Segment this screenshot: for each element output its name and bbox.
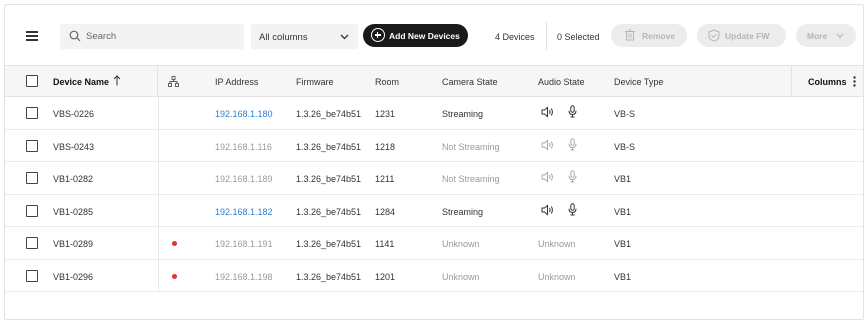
more-button[interactable]: More	[796, 24, 856, 47]
device-name: VB1-0282	[53, 174, 94, 184]
menu-icon[interactable]	[26, 31, 38, 41]
ip-address: 192.168.1.116	[215, 141, 272, 152]
device-type: VB1	[614, 174, 632, 184]
device-name: VBS-0243	[53, 141, 95, 152]
row-checkbox[interactable]	[26, 269, 38, 282]
search-icon	[69, 30, 81, 42]
search-input[interactable]	[86, 24, 236, 49]
device-type: VB1	[614, 271, 632, 282]
plus-circle-icon	[371, 28, 385, 42]
camera-state: Not Streaming	[442, 174, 500, 184]
more-label: More	[807, 31, 828, 41]
speaker-icon	[541, 106, 553, 118]
ip-address-link[interactable]: 192.168.1.180	[215, 109, 273, 119]
camera-state: Not Streaming	[442, 141, 500, 152]
room-number: 1218	[375, 141, 396, 152]
room-number: 1141	[375, 239, 395, 249]
row-checkbox[interactable]	[26, 139, 38, 152]
row-checkbox[interactable]	[26, 204, 38, 217]
device-type: VB-S	[614, 109, 636, 119]
firmware-version: 1.3.26_be74b51	[296, 206, 362, 217]
network-icon	[168, 76, 179, 87]
microphone-icon	[568, 202, 577, 215]
firmware-version: 1.3.26_be74b51	[296, 271, 362, 282]
speaker-icon	[541, 171, 553, 183]
ip-address-link[interactable]: 192.168.1.182	[215, 207, 273, 217]
device-count: 4 Devices	[495, 32, 535, 42]
table-row[interactable]: VB1-0282 192.168.1.189 1.3.26_be74b51 12…	[5, 162, 863, 195]
toolbar: All columns Add New Devices 4 Devices 0 …	[5, 5, 863, 65]
remove-label: Remove	[642, 31, 676, 41]
ip-address: 192.168.1.198	[215, 271, 273, 282]
offline-status-dot	[172, 241, 177, 246]
chevron-down-icon	[340, 34, 349, 40]
columns-filter-value: All columns	[259, 32, 308, 43]
selected-count: 0 Selected	[557, 32, 600, 42]
header-device-name[interactable]: Device Name	[53, 77, 109, 87]
device-name: VB1-0285	[53, 206, 94, 217]
speaker-icon	[541, 138, 553, 151]
device-name: VB1-0289	[53, 239, 94, 249]
room-number: 1201	[375, 271, 396, 282]
camera-state: Unknown	[442, 271, 480, 282]
table-row[interactable]: VB1-0296 192.168.1.198 1.3.26_be74b51 12…	[5, 260, 863, 292]
device-type: VB-S	[614, 141, 636, 152]
camera-state: Streaming	[442, 109, 484, 119]
table-row[interactable]: VB1-0289 192.168.1.191 1.3.26_be74b51 11…	[5, 227, 863, 260]
row-checkbox[interactable]	[26, 237, 38, 249]
row-checkbox[interactable]	[26, 107, 38, 119]
camera-state: Unknown	[442, 239, 480, 249]
chevron-down-icon	[836, 33, 844, 38]
ip-address: 192.168.1.191	[215, 239, 273, 249]
select-all-checkbox[interactable]	[26, 75, 38, 87]
microphone-icon	[568, 137, 577, 150]
microphone-icon	[568, 170, 577, 183]
table-row[interactable]: VB1-0285 192.168.1.182 1.3.26_be74b51 12…	[5, 195, 863, 227]
camera-state: Streaming	[442, 206, 484, 217]
firmware-version: 1.3.26_be74b51	[296, 239, 362, 249]
device-manager-panel: All columns Add New Devices 4 Devices 0 …	[4, 4, 864, 320]
offline-status-dot	[172, 273, 177, 279]
firmware-version: 1.3.26_be74b51	[296, 174, 362, 184]
room-number: 1211	[375, 174, 395, 184]
search-box[interactable]	[60, 24, 244, 49]
device-type: VB1	[614, 239, 632, 249]
column-divider	[157, 66, 158, 97]
add-new-devices-button[interactable]: Add New Devices	[363, 24, 468, 47]
header-device-type[interactable]: Device Type	[614, 77, 663, 87]
remove-button[interactable]: Remove	[611, 24, 687, 47]
header-camera-state[interactable]: Camera State	[442, 77, 498, 87]
device-name: VB1-0296	[53, 271, 94, 282]
device-type: VB1	[614, 206, 632, 217]
row-checkbox[interactable]	[26, 172, 38, 184]
firmware-version: 1.3.26_be74b51	[296, 141, 362, 152]
header-firmware[interactable]: Firmware	[296, 77, 334, 87]
table-row[interactable]: VBS-0243 192.168.1.116 1.3.26_be74b51 12…	[5, 130, 863, 162]
ip-address: 192.168.1.189	[215, 174, 273, 184]
microphone-icon	[568, 105, 577, 118]
speaker-icon	[541, 203, 553, 216]
sort-ascending-icon[interactable]	[113, 75, 121, 86]
trash-icon	[625, 29, 635, 41]
firmware-version: 1.3.26_be74b51	[296, 109, 362, 119]
divider	[546, 22, 547, 50]
table-header: Device Name IP Address Firmware Room Cam…	[5, 65, 863, 97]
audio-state: Unknown	[538, 271, 576, 282]
columns-filter-select[interactable]: All columns	[251, 24, 358, 49]
room-number: 1231	[375, 109, 396, 119]
header-audio-state[interactable]: Audio State	[538, 77, 585, 87]
audio-state: Unknown	[538, 239, 576, 249]
header-room[interactable]: Room	[375, 77, 399, 87]
update-fw-button[interactable]: Update FW	[697, 24, 786, 47]
device-name: VBS-0226	[53, 109, 95, 119]
more-vertical-icon[interactable]	[853, 76, 856, 87]
table-row[interactable]: VBS-0226 192.168.1.180 1.3.26_be74b51 12…	[5, 97, 863, 130]
column-divider	[791, 66, 792, 97]
room-number: 1284	[375, 206, 396, 217]
columns-menu-label[interactable]: Columns	[808, 77, 847, 87]
update-fw-label: Update FW	[725, 31, 770, 41]
add-new-devices-label: Add New Devices	[389, 31, 460, 41]
header-ip-address[interactable]: IP Address	[215, 77, 258, 87]
firmware-shield-icon	[708, 29, 720, 42]
